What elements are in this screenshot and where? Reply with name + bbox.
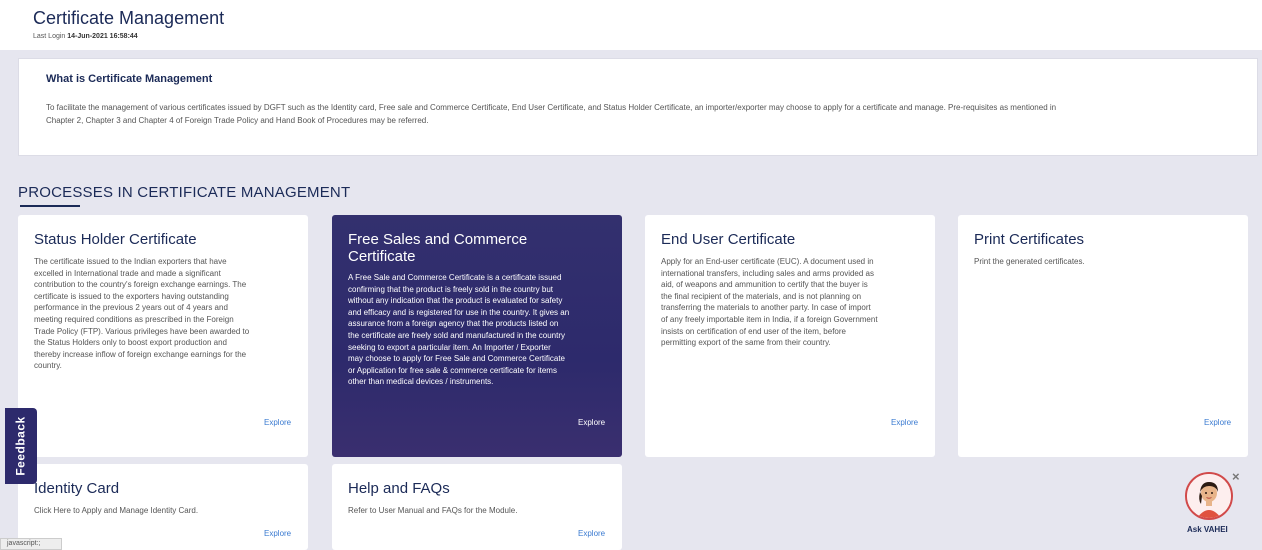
card-text-line: the final recipient of the materials, an…: [661, 291, 862, 301]
card-text-line: transferring the materials to another pa…: [661, 303, 871, 313]
explore-link[interactable]: Explore: [578, 418, 605, 427]
card-title: End User Certificate: [661, 231, 796, 248]
card-text-line: Apply for an End-user certificate (EUC).…: [661, 257, 874, 266]
assistant-label: Ask VAHEI: [1187, 525, 1228, 534]
card-description: The certificate issued to the Indian exp…: [34, 256, 249, 372]
assistant-avatar-icon[interactable]: [1185, 472, 1233, 520]
page-title: Certificate Management: [33, 8, 225, 28]
card-title-line: Certificate: [348, 248, 416, 265]
explore-link[interactable]: Explore: [891, 418, 918, 427]
card-text-line: aid, of weapons and ammunition to certif…: [661, 280, 868, 290]
card-text-line: excelled in International trade and made…: [34, 268, 221, 278]
explore-link[interactable]: Explore: [1204, 418, 1231, 427]
card-text-line: may choose to apply for Free Sale and Co…: [348, 354, 565, 364]
card-text-line: Trade Policy (FTP). Various privileges h…: [34, 326, 250, 336]
page-header: Certificate Management Last Login 14-Jun…: [0, 0, 1262, 50]
card-text-line: and efficacy and is registered for use i…: [348, 307, 570, 317]
card-description: Click Here to Apply and Manage Identity …: [34, 505, 198, 517]
card-free-sales-commerce-certificate[interactable]: Free Sales and Commerce Certificate A Fr…: [332, 215, 622, 457]
card-text-line: meeting required conditions as prescribe…: [34, 314, 234, 324]
card-text-line: confirming that the product is freely so…: [348, 284, 553, 294]
card-text-line: permitting export of the same from their…: [661, 338, 831, 348]
info-text: To facilitate the management of various …: [46, 101, 1246, 127]
card-text-line: insists on certification of end user of …: [661, 326, 846, 336]
card-title: Identity Card: [34, 480, 120, 497]
card-text-line: without any indication that the product …: [348, 296, 563, 306]
explore-link[interactable]: Explore: [264, 529, 291, 538]
card-text-line: the Status Holders only to boost export …: [34, 338, 228, 348]
card-end-user-certificate[interactable]: End User Certificate Apply for an End-us…: [645, 215, 935, 457]
explore-link[interactable]: Explore: [578, 529, 605, 538]
close-icon[interactable]: ×: [1232, 469, 1240, 484]
card-description: Refer to User Manual and FAQs for the Mo…: [348, 505, 517, 517]
card-text-line: of any freely importable item in India, …: [661, 314, 878, 324]
card-text-line: performance in the previous 2 years out …: [34, 303, 228, 313]
card-text-line: thereby increase inflow of foreign excha…: [34, 349, 247, 359]
card-description: A Free Sale and Commerce Certificate is …: [348, 272, 569, 388]
card-text-line: A Free Sale and Commerce Certificate is …: [348, 273, 562, 282]
info-panel: What is Certificate Management To facili…: [18, 58, 1258, 156]
card-text-line: Refer to User Manual and FAQs for the Mo…: [348, 506, 518, 515]
card-text-line: Print the generated certificates.: [974, 257, 1085, 266]
last-login: Last Login 14-Jun-2021 16:58:44: [33, 33, 138, 40]
card-text-line: certificate is issued to the exporters h…: [34, 291, 229, 301]
card-description: Apply for an End-user certificate (EUC).…: [661, 256, 878, 349]
card-description: Print the generated certificates.: [974, 256, 1085, 268]
section-heading: PROCESSES IN CERTIFICATE MANAGEMENT: [18, 184, 351, 201]
card-status-holder-certificate[interactable]: Status Holder Certificate The certificat…: [18, 215, 308, 457]
browser-status-bar: javascript:;: [0, 538, 62, 550]
feedback-tab[interactable]: Feedback: [5, 408, 37, 484]
card-title-line: Free Sales and Commerce: [348, 231, 528, 248]
info-text-line: Chapter 2, Chapter 3 and Chapter 4 of Fo…: [46, 116, 429, 125]
card-text-line: country.: [34, 361, 62, 371]
card-title: Status Holder Certificate: [34, 231, 197, 248]
last-login-label: Last Login: [33, 33, 66, 40]
card-title: Print Certificates: [974, 231, 1085, 248]
chat-assistant-widget[interactable]: × Ask VAHEI: [1180, 469, 1240, 540]
explore-link[interactable]: Explore: [264, 418, 291, 427]
card-title: Help and FAQs: [348, 480, 450, 497]
card-text-line: international transfers, including sales…: [661, 268, 875, 278]
card-text-line: assurance from a foreign agency that the…: [348, 319, 559, 329]
card-text-line: seeking to export a particular item. An …: [348, 342, 551, 352]
info-text-line: To facilitate the management of various …: [46, 103, 1057, 112]
card-title: Free Sales and Commerce Certificate: [348, 231, 527, 265]
last-login-value: 14-Jun-2021 16:58:44: [67, 33, 138, 40]
card-print-certificates[interactable]: Print Certificates Print the generated c…: [958, 215, 1248, 457]
card-text-line: or Application for free sale & commerce …: [348, 365, 557, 375]
card-text-line: the certificate are freely sold and manu…: [348, 330, 566, 340]
feedback-label: Feedback: [14, 416, 29, 476]
card-text-line: other than medical devices / instruments…: [348, 377, 494, 387]
card-help-and-faqs[interactable]: Help and FAQs Refer to User Manual and F…: [332, 464, 622, 550]
card-text-line: Click Here to Apply and Manage Identity …: [34, 506, 199, 515]
card-text-line: The certificate issued to the Indian exp…: [34, 257, 227, 266]
info-title: What is Certificate Management: [46, 73, 213, 85]
card-text-line: contribution to the country's foreign ex…: [34, 280, 247, 290]
section-underline: [20, 205, 80, 207]
